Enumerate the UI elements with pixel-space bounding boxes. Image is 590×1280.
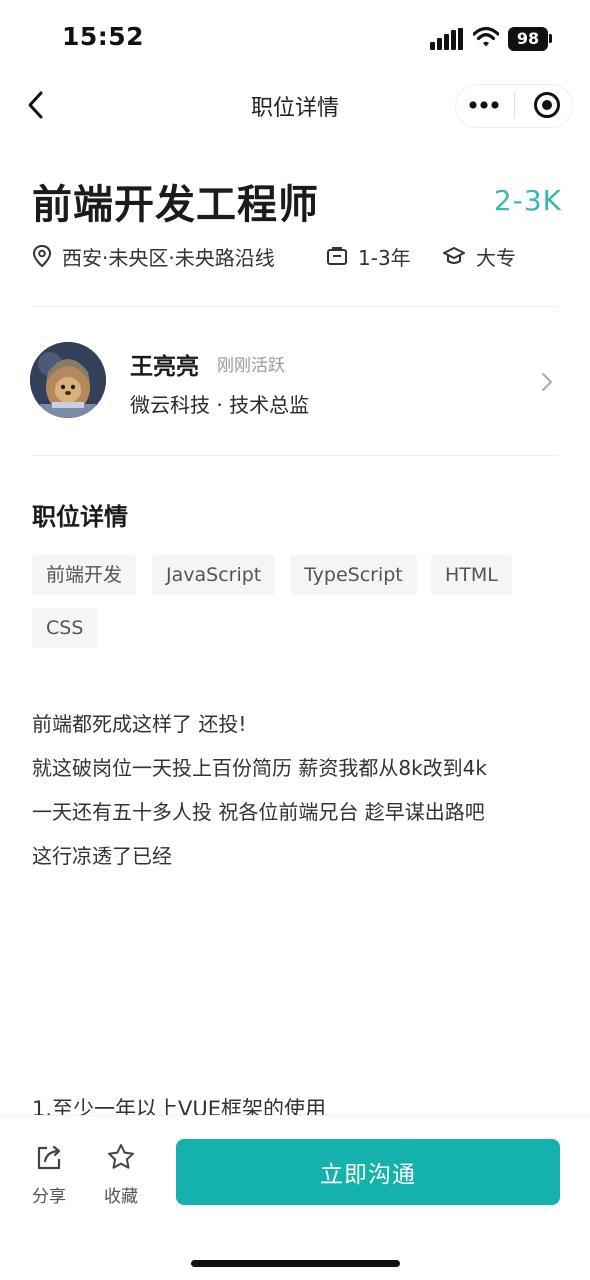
job-title: 前端开发工程师 xyxy=(32,182,319,228)
skill-tag: CSS xyxy=(32,608,98,648)
home-indicator xyxy=(191,1260,400,1267)
share-label: 分享 xyxy=(32,1187,66,1207)
briefcase-icon xyxy=(327,247,347,265)
location-pin-icon xyxy=(32,244,52,268)
salary: 2-3K xyxy=(493,184,562,217)
recruiter-company: 微云科技 · 技术总监 xyxy=(130,393,310,417)
active-status: 刚刚活跃 xyxy=(217,356,285,376)
chat-now-button[interactable]: 立即沟通 xyxy=(176,1139,560,1205)
job-location: 西安·未央区·未央路沿线 xyxy=(32,242,275,270)
skill-tag: TypeScript xyxy=(290,555,417,595)
cellular-signal-icon xyxy=(430,28,463,50)
chevron-right-icon xyxy=(542,373,552,391)
experience-text: 1-3年 xyxy=(358,245,411,270)
close-target-icon[interactable] xyxy=(533,91,561,119)
divider xyxy=(32,455,558,456)
capsule-divider xyxy=(514,92,515,118)
location-text: 西安·未央区·未央路沿线 xyxy=(62,245,275,270)
favorite-label: 收藏 xyxy=(104,1187,138,1207)
graduation-cap-icon xyxy=(443,247,465,264)
bottom-bar-border xyxy=(0,1115,590,1116)
avatar xyxy=(30,342,106,418)
description-line: 就这破岗位一天投上百份简历 薪资我都从8k改到4k xyxy=(32,756,487,780)
job-education: 大专 xyxy=(442,242,516,270)
share-button[interactable]: 分享 xyxy=(28,1140,70,1207)
skill-tag: JavaScript xyxy=(152,555,276,595)
share-icon xyxy=(37,1145,61,1170)
star-icon xyxy=(108,1144,134,1169)
description-line: 这行凉透了已经 xyxy=(32,844,172,868)
education-text: 大专 xyxy=(476,245,516,270)
more-icon[interactable] xyxy=(466,92,502,118)
divider xyxy=(32,306,558,307)
description-line: 前端都死成这样了 还投! xyxy=(32,712,247,736)
battery-tip xyxy=(549,34,552,43)
skill-tag: 前端开发 xyxy=(32,555,137,595)
battery-indicator: 98 xyxy=(508,27,548,51)
description-line: 一天还有五十多人投 祝各位前端兄台 趁早谋出路吧 xyxy=(32,800,485,824)
wifi-icon xyxy=(473,26,499,47)
status-time: 15:52 xyxy=(62,22,145,51)
job-experience: 1-3年 xyxy=(326,242,411,270)
skill-tag: HTML xyxy=(431,555,512,595)
recruiter-name: 王亮亮 xyxy=(130,354,199,380)
section-title: 职位详情 xyxy=(32,503,128,531)
favorite-button[interactable]: 收藏 xyxy=(100,1140,142,1207)
